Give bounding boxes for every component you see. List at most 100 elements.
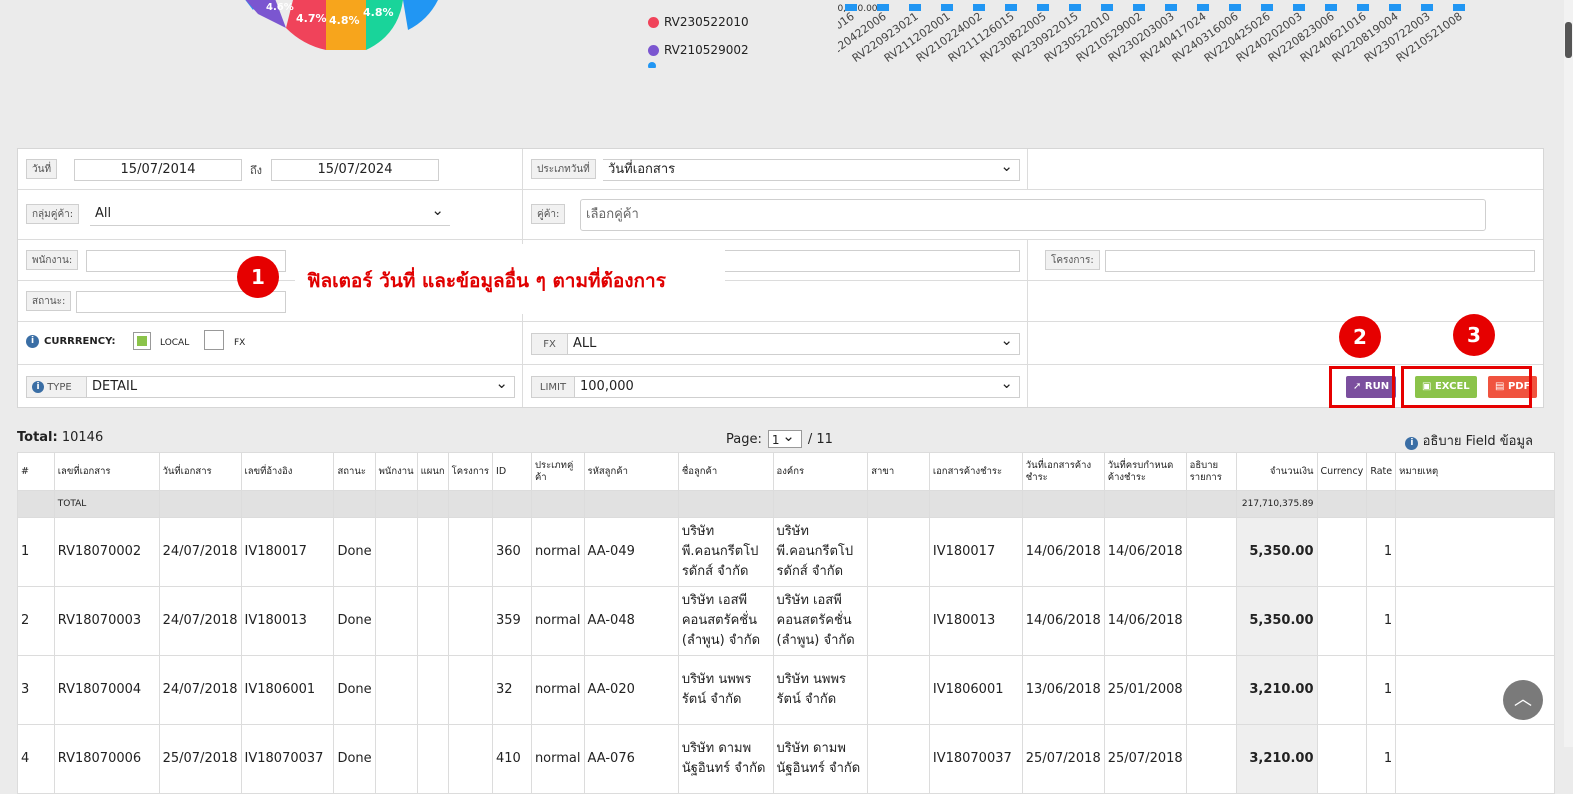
bar[interactable] (1357, 4, 1369, 11)
filter-cell-fx: FX ALL (523, 322, 1028, 365)
local-checkbox[interactable] (133, 332, 151, 350)
pie-label: 4.8% (363, 6, 394, 19)
bar[interactable] (1005, 4, 1017, 11)
table-cell: บริษัท นพพรรัตน์ จำกัด (772, 655, 869, 725)
limit-select[interactable]: 100,000 (575, 373, 1020, 398)
bar[interactable] (1325, 4, 1337, 11)
info-icon[interactable]: i (26, 335, 39, 348)
total-cell (1185, 490, 1237, 518)
table-cell (416, 517, 449, 587)
customer-group-label: กลุ่มคู่ค้า: (26, 204, 80, 224)
filter-cell-currency: i CURRRENCY: LOCAL FX (18, 322, 523, 365)
info-icon[interactable]: i (32, 381, 44, 393)
column-header[interactable]: # (17, 452, 55, 491)
pie-label: 4.7% (296, 12, 327, 25)
bar[interactable] (1261, 4, 1273, 11)
column-header[interactable]: องค์กร (772, 452, 869, 491)
project-label: โครงการ: (1045, 250, 1100, 270)
bar[interactable] (877, 4, 889, 11)
column-header[interactable]: เลขที่อ้างอิง (240, 452, 335, 491)
bar-chart: 400,000.00 RV240605016RV220422006RV22092… (838, 4, 1465, 65)
column-header[interactable]: Currency (1316, 452, 1368, 491)
department-input[interactable] (713, 250, 1020, 272)
field-explain-link[interactable]: i อธิบาย Field ข้อมูล (1405, 430, 1533, 451)
bar[interactable] (845, 4, 857, 11)
table-cell: RV18070002 (53, 517, 160, 587)
table-cell: Done (333, 517, 376, 587)
customer-search-input[interactable]: เลือกคู่ค้า (580, 199, 1486, 231)
table-cell: 32 (492, 655, 532, 725)
field-explain-text: อธิบาย Field ข้อมูล (1422, 434, 1533, 449)
column-header[interactable]: สถานะ (333, 452, 376, 491)
column-header[interactable]: วันที่เอกสาร (158, 452, 242, 491)
table-row[interactable]: 1 RV18070002 24/07/2018 IV180017 Done 360 norm… (17, 517, 1555, 587)
scroll-to-top-button[interactable]: ︿ (1503, 680, 1543, 720)
total-cell (867, 490, 930, 518)
table-header-row: # เลขที่เอกสาร วันที่เอกสาร เลขที่อ้างอิง สถ… (17, 452, 1555, 491)
fx-select-label: FX (531, 333, 568, 355)
fx-select[interactable]: ALL (568, 330, 1020, 355)
table-cell (867, 586, 930, 656)
bar[interactable] (973, 4, 985, 11)
column-header[interactable]: Rate (1366, 452, 1397, 491)
table-row[interactable]: 4 RV18070006 25/07/2018 IV18070037 Done 410 no… (17, 724, 1555, 794)
type-select[interactable]: DETAIL (87, 373, 515, 398)
column-header[interactable]: วันที่เอกสารค้างชำระ (1021, 452, 1105, 491)
bar[interactable] (1293, 4, 1305, 11)
bar[interactable] (1389, 4, 1401, 11)
column-header[interactable]: วันที่ครบกำหนดค้างชำระ (1103, 452, 1187, 491)
bar[interactable] (1069, 4, 1081, 11)
column-header[interactable]: อธิบายรายการ (1185, 452, 1237, 491)
column-header[interactable]: รหัสลูกค้า (583, 452, 679, 491)
table-cell: 25/01/2008 (1103, 655, 1187, 725)
bar[interactable] (941, 4, 953, 11)
project-input[interactable] (1105, 250, 1535, 272)
column-header[interactable]: เลขที่เอกสาร (53, 452, 160, 491)
table-row[interactable]: 2 RV18070003 24/07/2018 IV180013 Done 359 norm… (17, 586, 1555, 656)
table-cell: normal (530, 724, 585, 794)
legend-item[interactable]: RV210529002 (648, 36, 749, 64)
bar[interactable] (1229, 4, 1241, 11)
date-from-input[interactable]: 15/07/2014 (74, 159, 242, 181)
bar[interactable] (1133, 4, 1145, 11)
column-header[interactable]: สาขา (867, 452, 930, 491)
pie-label: 4.8% (329, 14, 360, 27)
bar[interactable] (1197, 4, 1209, 11)
column-header[interactable]: ประเภทคู่ค้า (530, 452, 585, 491)
customer-label: คู่ค้า: (531, 204, 566, 224)
page-select[interactable]: 1 (767, 427, 802, 448)
table-cell: 25/07/2018 (158, 724, 242, 794)
column-header[interactable]: แผนก (416, 452, 449, 491)
legend-item[interactable]: RV230522010 (648, 8, 749, 36)
column-header[interactable]: จำนวนเงิน (1235, 452, 1318, 491)
page-scrollbar[interactable] (1564, 0, 1573, 747)
scrollbar-thumb[interactable] (1565, 22, 1572, 58)
column-header[interactable]: หมายเหตุ (1395, 452, 1555, 491)
legend-more-indicator (648, 62, 656, 68)
table-cell: บริษัท พี.คอนกรีตโปรดักส์ จำกัด (677, 517, 774, 587)
bar[interactable] (1101, 4, 1113, 11)
step-badge-1: 1 (237, 256, 279, 298)
bar[interactable] (909, 4, 921, 11)
table-cell: บริษัท ดามพ นัฐอินทร์ จำกัด (677, 724, 774, 794)
date-to-input[interactable]: 15/07/2024 (271, 159, 439, 181)
column-header[interactable]: เอกสารค้างชำระ (928, 452, 1023, 491)
table-cell (1185, 655, 1237, 725)
table-row[interactable]: 3 RV18070004 24/07/2018 IV1806001 Done 32 norm… (17, 655, 1555, 725)
bar[interactable] (1421, 4, 1433, 11)
customer-group-select[interactable]: All (90, 200, 450, 226)
column-header[interactable]: ID (492, 452, 532, 491)
column-header[interactable]: โครงการ (447, 452, 494, 491)
table-cell: IV180017 (928, 517, 1023, 587)
filter-cell-empty (1028, 149, 1543, 190)
date-type-select[interactable]: วันที่เอกสาร (603, 156, 1020, 181)
fx-checkbox[interactable] (204, 330, 224, 350)
total-cell: TOTAL (53, 490, 160, 518)
table-cell: Done (333, 655, 376, 725)
bar[interactable] (1037, 4, 1049, 11)
bar[interactable] (1165, 4, 1177, 11)
column-header[interactable]: พนักงาน (374, 452, 418, 491)
column-header[interactable]: ชื่อลูกค้า (677, 452, 774, 491)
to-label: ถึง (250, 164, 263, 177)
bar[interactable] (1453, 4, 1465, 11)
